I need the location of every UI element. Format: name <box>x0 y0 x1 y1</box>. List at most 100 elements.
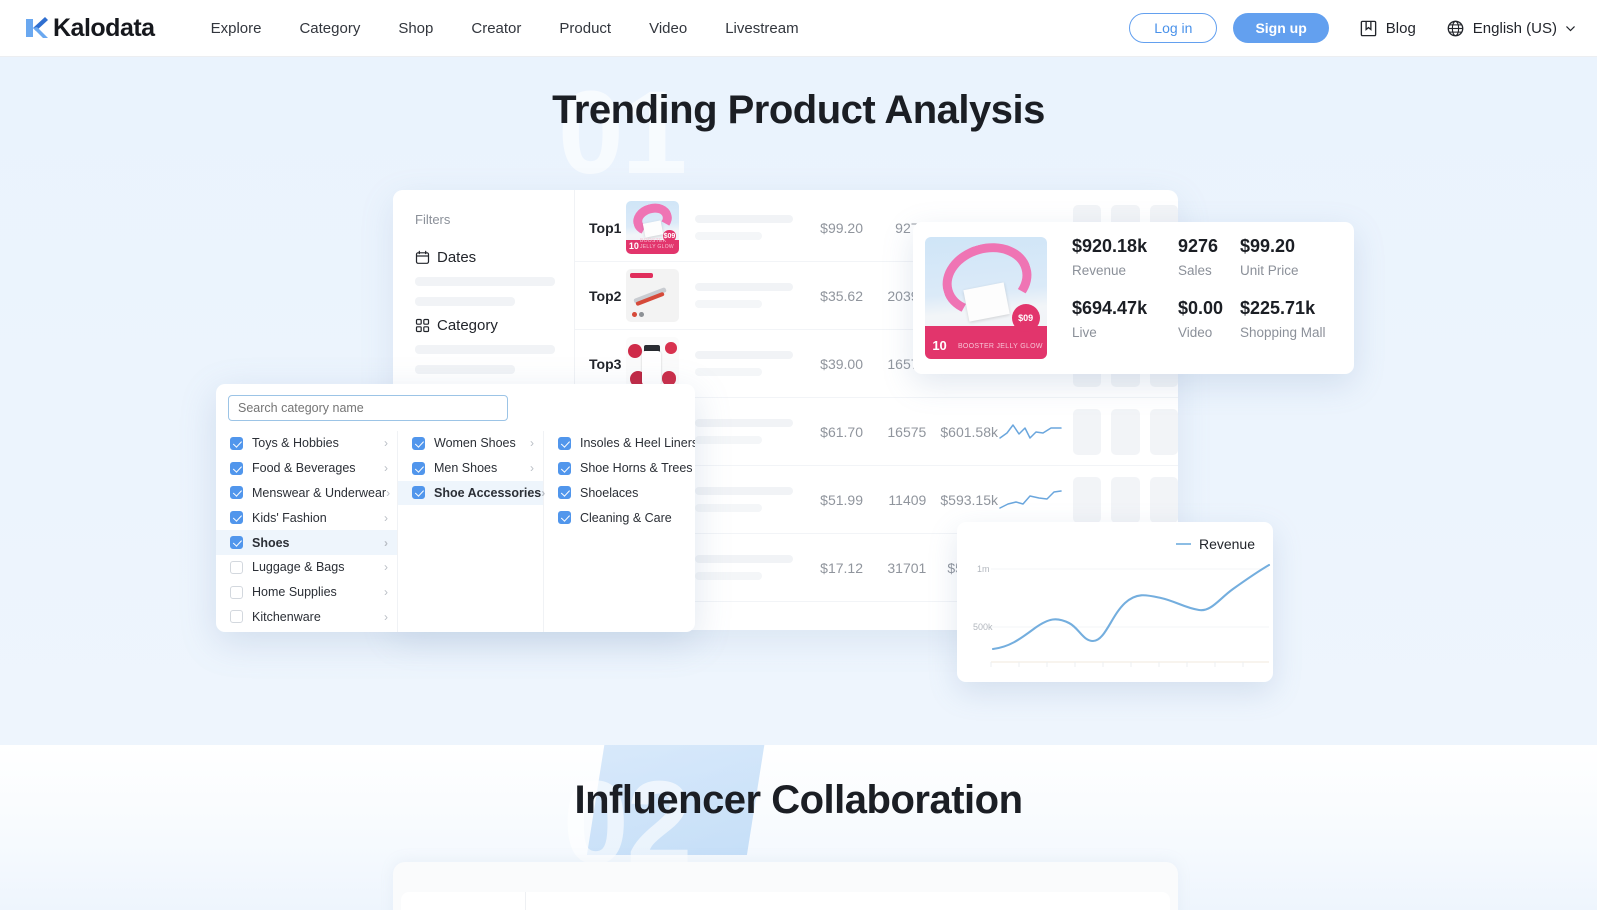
row-placeholder-block <box>1111 476 1140 523</box>
category-label: Shoe Horns & Trees <box>580 461 693 476</box>
category-label: Luggage & Bags <box>252 560 345 575</box>
filters-title: Filters <box>415 212 451 227</box>
nav-item-product[interactable]: Product <box>559 20 611 37</box>
row-sales: 11409 <box>888 491 927 508</box>
category-item-home-supplies[interactable]: Home Supplies › <box>216 580 397 605</box>
category-item-shoes[interactable]: Shoes › <box>216 530 397 555</box>
nav-item-video[interactable]: Video <box>649 20 687 37</box>
category-item-shoe-accessories[interactable]: Shoe Accessories › <box>398 480 545 506</box>
checkbox-icon[interactable] <box>558 486 571 500</box>
product-name-placeholder <box>694 351 793 376</box>
next-section-preview-card <box>393 862 1178 910</box>
checkbox-icon[interactable] <box>412 486 425 500</box>
nav-item-creator[interactable]: Creator <box>471 20 521 37</box>
chevron-right-icon: › <box>384 560 388 575</box>
landing-page: Kalodata Explore Category Shop Creator P… <box>0 0 1597 910</box>
checkbox-icon[interactable] <box>230 436 243 450</box>
category-item-insoles-heel-liners[interactable]: Insoles & Heel Liners <box>544 431 695 456</box>
stat-value: $0.00 <box>1178 298 1224 318</box>
stat-video: $0.00 Video <box>1178 298 1240 360</box>
stat-label: Live <box>1072 325 1097 340</box>
nav-item-category[interactable]: Category <box>299 20 360 37</box>
signup-button[interactable]: Sign up <box>1233 13 1329 43</box>
stats-grid: $920.18k Revenue 9276 Sales $99.20 Unit … <box>1072 236 1350 360</box>
category-item-kids-fashion[interactable]: Kids' Fashion › <box>216 505 397 530</box>
checkbox-icon[interactable] <box>230 560 243 574</box>
calendar-icon <box>415 250 430 265</box>
checkbox-icon[interactable] <box>412 461 425 475</box>
checkbox-icon[interactable] <box>230 486 243 500</box>
checkbox-icon[interactable] <box>230 461 243 475</box>
category-label: Shoelaces <box>580 485 639 500</box>
category-label: Kitchenware <box>252 609 321 624</box>
search-category-input[interactable] <box>228 395 508 421</box>
filter-group-category[interactable]: Category <box>415 317 555 374</box>
main-nav: Explore Category Shop Creator Product Vi… <box>211 20 837 37</box>
filter-placeholder-bar <box>415 345 555 354</box>
category-item-kitchenware[interactable]: Kitchenware › <box>216 605 397 630</box>
login-button[interactable]: Log in <box>1129 13 1218 43</box>
category-item-women-shoes[interactable]: Women Shoes › <box>398 431 543 456</box>
checkbox-icon[interactable] <box>558 511 571 525</box>
stat-label: Sales <box>1178 263 1212 278</box>
category-label: Toys & Hobbies <box>252 436 339 451</box>
category-item-food-beverages[interactable]: Food & Beverages › <box>216 456 397 481</box>
chevron-right-icon: › <box>384 609 388 624</box>
category-item-shoelaces[interactable]: Shoelaces <box>544 481 695 506</box>
checkbox-icon[interactable] <box>230 536 243 550</box>
revenue-line-chart <box>990 563 1271 667</box>
filter-dates-head: Dates <box>415 249 555 266</box>
stat-label: Video <box>1178 325 1213 340</box>
category-label: Kids' Fashion <box>252 510 327 525</box>
checkbox-icon[interactable] <box>230 511 243 525</box>
filter-placeholder-bar <box>415 277 555 286</box>
filter-placeholder-bar <box>415 297 515 306</box>
checkbox-icon[interactable] <box>558 436 571 450</box>
checkbox-icon[interactable] <box>558 461 571 475</box>
category-item-shoe-horns-trees[interactable]: Shoe Horns & Trees <box>544 456 695 481</box>
chevron-right-icon: › <box>530 436 534 451</box>
nav-item-explore[interactable]: Explore <box>211 20 262 37</box>
checkbox-icon[interactable] <box>412 436 425 450</box>
nav-item-shop[interactable]: Shop <box>398 20 433 37</box>
filter-dates-label: Dates <box>437 249 477 266</box>
chevron-right-icon: › <box>384 461 388 476</box>
category-item-toys-hobbies[interactable]: Toys & Hobbies › <box>216 431 397 456</box>
checkbox-icon[interactable] <box>230 610 243 624</box>
category-item-cleaning-care[interactable]: Cleaning & Care <box>544 505 695 530</box>
chevron-right-icon: › <box>384 436 388 451</box>
category-column-level2: Women Shoes › Men Shoes › Shoe Accessori… <box>398 431 545 632</box>
category-label: Shoe Accessories <box>434 485 542 500</box>
brand-logo[interactable]: Kalodata <box>24 14 155 43</box>
stats-product-thumbnail: 10 BOOSTER JELLY GLOW $09 <box>925 237 1047 359</box>
category-item-menswear-underwear[interactable]: Menswear & Underwear › <box>216 481 397 506</box>
category-item-men-shoes[interactable]: Men Shoes › <box>398 456 543 481</box>
checkbox-icon[interactable] <box>230 585 243 599</box>
brand-name: Kalodata <box>53 13 155 42</box>
row-sparkline <box>998 419 1063 445</box>
row-revenue: $601.58k <box>940 423 998 440</box>
language-selector[interactable]: English (US) <box>1446 19 1577 38</box>
row-placeholder-block <box>1073 476 1102 523</box>
stat-sales: 9276 Sales <box>1178 236 1240 298</box>
section-title-02: Influencer Collaboration <box>574 778 1023 822</box>
category-label: Home Supplies <box>252 585 337 600</box>
chevron-down-icon <box>1564 22 1577 35</box>
stat-value: $920.18k <box>1072 236 1148 256</box>
stat-revenue: $920.18k Revenue <box>1072 236 1178 298</box>
filter-group-dates[interactable]: Dates <box>415 249 555 306</box>
chevron-right-icon: › <box>384 535 388 550</box>
category-dropdown-panel: Toys & Hobbies › Food & Beverages › Mens… <box>216 384 695 632</box>
kalodata-logo-icon <box>24 15 50 41</box>
nav-item-livestream[interactable]: Livestream <box>725 20 798 37</box>
stat-label: Revenue <box>1072 263 1127 278</box>
blog-link[interactable]: Blog <box>1359 19 1416 38</box>
row-unit-price: $99.20 <box>820 219 863 236</box>
language-label: English (US) <box>1472 19 1557 37</box>
header-actions: Log in Sign up Blog English (US) <box>1129 13 1577 43</box>
blog-label: Blog <box>1385 19 1416 37</box>
category-item-luggage-bags[interactable]: Luggage & Bags › <box>216 555 397 580</box>
grid-icon <box>415 318 430 333</box>
row-placeholder-block <box>1149 408 1178 455</box>
product-name-placeholder <box>694 283 793 308</box>
